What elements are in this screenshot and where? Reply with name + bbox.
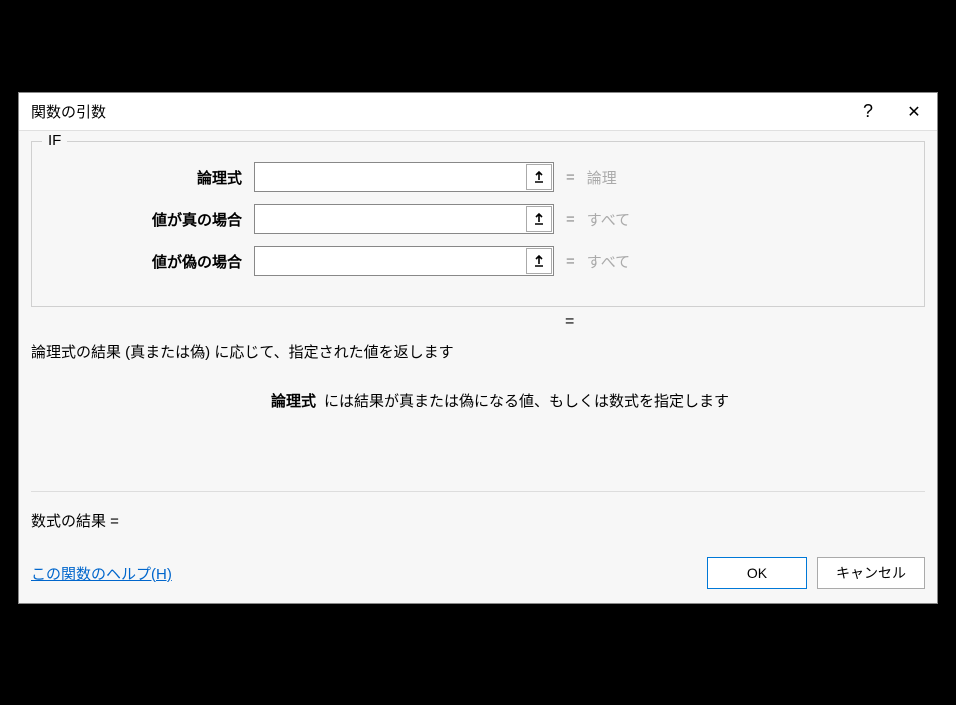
button-group: OK キャンセル — [707, 557, 925, 589]
dialog-content: IF 論理式 = 論理 値が真の場合 — [19, 131, 937, 603]
collapse-icon — [532, 212, 546, 226]
help-icon: ? — [863, 101, 873, 122]
cancel-button[interactable]: キャンセル — [817, 557, 925, 589]
dialog-title: 関数の引数 — [19, 101, 845, 122]
arg-input-2[interactable] — [255, 249, 525, 273]
arg-row-0: 論理式 = 論理 — [44, 162, 912, 192]
ok-button[interactable]: OK — [707, 557, 807, 589]
equals-0: = — [554, 169, 587, 186]
arg-input-0[interactable] — [255, 165, 525, 189]
arg-input-wrap-2 — [254, 246, 554, 276]
param-help-text: には結果が真または偽になる値、もしくは数式を指定します — [324, 393, 729, 410]
equals-1: = — [554, 211, 587, 228]
arg-label-0: 論理式 — [44, 167, 254, 188]
arg-hint-2: すべて — [587, 251, 630, 272]
collapse-icon — [532, 254, 546, 268]
arg-hint-1: すべて — [587, 209, 630, 230]
dialog-titlebar: 関数の引数 ? ✕ — [19, 93, 937, 131]
arg-hint-0: 論理 — [587, 167, 617, 188]
function-fieldset: IF 論理式 = 論理 値が真の場合 — [31, 141, 925, 307]
help-button[interactable]: ? — [845, 93, 891, 131]
formula-result: 数式の結果 = — [31, 510, 925, 531]
arg-input-wrap-0 — [254, 162, 554, 192]
range-selector-button-2[interactable] — [526, 248, 552, 274]
close-icon: ✕ — [907, 102, 920, 122]
close-button[interactable]: ✕ — [891, 93, 937, 131]
dialog-footer: この関数のヘルプ(H) OK キャンセル — [31, 557, 925, 603]
arg-label-2: 値が偽の場合 — [44, 251, 254, 272]
collapse-icon — [532, 170, 546, 184]
arg-input-wrap-1 — [254, 204, 554, 234]
param-help-name: 論理式 — [271, 393, 316, 410]
arg-label-1: 値が真の場合 — [44, 209, 254, 230]
range-selector-button-0[interactable] — [526, 164, 552, 190]
function-name: IF — [42, 132, 67, 149]
divider — [31, 491, 925, 492]
function-arguments-dialog: 関数の引数 ? ✕ IF 論理式 = 論理 値が真の場合 — [18, 92, 938, 604]
arg-input-1[interactable] — [255, 207, 525, 231]
function-help-link[interactable]: この関数のヘルプ(H) — [31, 563, 172, 584]
function-result-eq: = — [31, 313, 925, 331]
range-selector-button-1[interactable] — [526, 206, 552, 232]
equals-2: = — [554, 253, 587, 270]
arg-row-1: 値が真の場合 = すべて — [44, 204, 912, 234]
function-description: 論理式の結果 (真または偽) に応じて、指定された値を返します — [31, 341, 925, 362]
parameter-help: 論理式には結果が真または偽になる値、もしくは数式を指定します — [31, 390, 925, 411]
arg-row-2: 値が偽の場合 = すべて — [44, 246, 912, 276]
formula-result-label: 数式の結果 = — [31, 513, 119, 530]
